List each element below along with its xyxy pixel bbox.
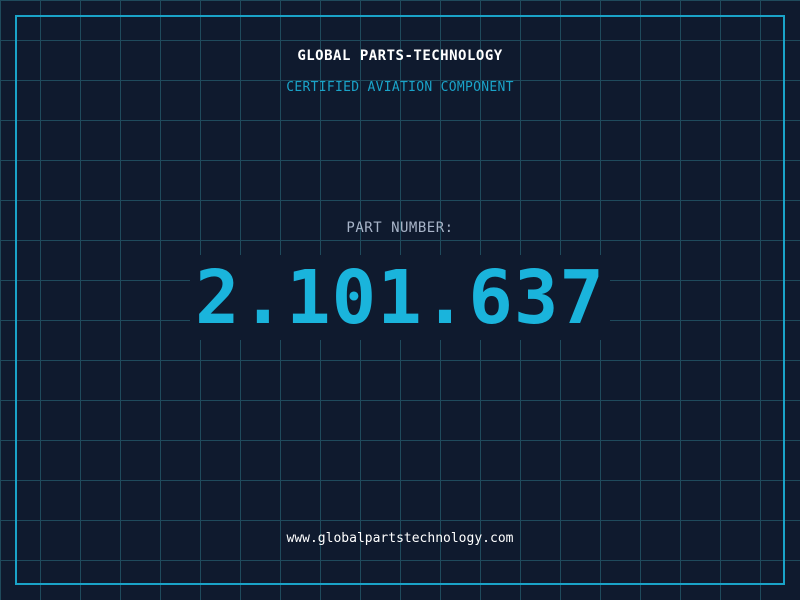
company-name: GLOBAL PARTS-TECHNOLOGY bbox=[297, 48, 503, 64]
website-url: www.globalpartstechnology.com bbox=[286, 531, 514, 546]
part-number-label: PART NUMBER: bbox=[346, 220, 454, 236]
part-number-value: 2.101.637 bbox=[195, 254, 605, 341]
tagline: CERTIFIED AVIATION COMPONENT bbox=[286, 80, 514, 95]
part-number-panel: 2.101.637 bbox=[190, 255, 610, 340]
